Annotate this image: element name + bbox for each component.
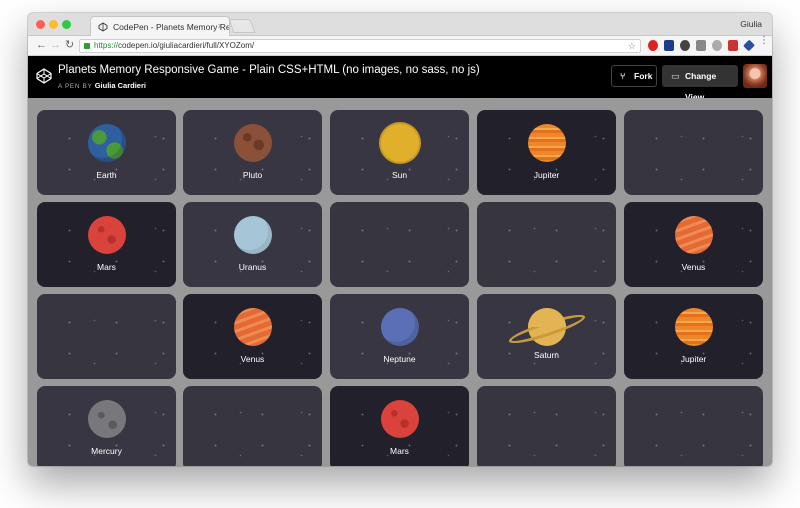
memory-card-jupiter[interactable]: Jupiter [624,294,763,379]
card-label: Uranus [238,262,267,272]
venus-icon [233,308,272,346]
browser-menu-icon[interactable]: ⋮ [759,36,769,46]
pen-byline: A PEN BY Giulia Cardieri [58,81,146,90]
memory-card-venus[interactable]: Venus [624,202,763,287]
memory-card-mercury[interactable]: Mercury [37,386,176,466]
starfield-background [330,202,469,287]
address-bar[interactable]: https://codepen.io/giuliacardieri/full/X… [79,39,641,53]
memory-card-hidden[interactable] [624,386,763,466]
saturn-icon [477,294,616,379]
extension-icon[interactable] [696,40,706,51]
url-scheme: https:// [94,41,119,50]
tab-strip: CodePen - Planets Memory Re × Giulia [28,13,772,36]
extension-icon[interactable] [664,40,674,51]
avatar[interactable] [743,64,767,88]
zoom-window-button[interactable] [62,20,71,29]
reload-icon[interactable]: ↻ [65,39,74,52]
close-window-button[interactable] [36,20,45,29]
starfield-background [477,386,616,466]
card-label: Sun [391,170,408,180]
mars-icon [380,400,419,438]
uranus-icon [233,216,272,254]
card-label: Pluto [242,170,263,180]
pen-title: Planets Memory Responsive Game - Plain C… [58,64,480,76]
codepen-icon [98,22,108,32]
fork-label: Fork [634,71,653,81]
card-label: Saturn [533,350,560,360]
jupiter-icon [674,308,713,346]
memory-card-pluto[interactable]: Pluto [183,110,322,195]
card-label: Earth [96,170,117,180]
layout-icon: ▭ [671,71,680,81]
saturn-top-icon [527,308,566,327]
minimize-window-button[interactable] [49,20,58,29]
lock-icon [84,43,90,49]
memory-card-jupiter[interactable]: Jupiter [477,110,616,195]
card-label: Mercury [91,446,122,456]
memory-card-neptune[interactable]: Neptune [330,294,469,379]
memory-card-saturn[interactable]: Saturn [477,294,616,379]
pluto-icon [233,124,272,162]
starfield-background [183,386,322,466]
byline-prefix: A PEN BY [58,83,93,90]
memory-card-mars[interactable]: Mars [330,386,469,466]
codepen-logo-icon[interactable] [36,68,52,84]
fork-icon: ⑂ [620,71,626,81]
memory-card-mars[interactable]: Mars [37,202,176,287]
address-toolbar: ← → ↻ https://codepen.io/giuliacardieri/… [28,36,772,56]
new-tab-button[interactable] [228,19,256,33]
mars-icon [87,216,126,254]
tab-close-icon[interactable]: × [218,21,223,31]
memory-card-hidden[interactable] [183,386,322,466]
mercury-icon [87,400,126,438]
browser-window: CodePen - Planets Memory Re × Giulia ← →… [28,13,772,466]
sun-icon [380,124,419,162]
forward-arrow-icon[interactable]: → [50,39,61,52]
back-arrow-icon[interactable]: ← [36,39,47,52]
cloud-extension-icon[interactable] [712,40,722,51]
codepen-header: Planets Memory Responsive Game - Plain C… [28,56,772,102]
card-label: Mars [390,446,409,456]
opera-extension-icon[interactable] [648,40,658,51]
profile-name[interactable]: Giulia [740,19,762,29]
card-label: Mars [97,262,116,272]
starfield-background [624,386,763,466]
memory-card-hidden[interactable] [477,202,616,287]
bookmark-star-icon[interactable]: ☆ [628,40,636,52]
card-label: Neptune [383,354,416,364]
extension-icon[interactable] [728,40,738,51]
memory-card-sun[interactable]: Sun [330,110,469,195]
memory-card-earth[interactable]: Earth [37,110,176,195]
starfield-background [477,202,616,287]
fork-button[interactable]: ⑂ Fork [611,65,657,87]
tab-title: CodePen - Planets Memory Re [113,22,230,32]
memory-card-hidden[interactable] [330,202,469,287]
change-view-button[interactable]: ▭ Change View [662,65,738,102]
extension-icon[interactable] [680,40,690,51]
card-label: Venus [681,262,706,272]
memory-card-uranus[interactable]: Uranus [183,202,322,287]
neptune-icon [380,308,419,346]
url-path: codepen.io/giuliacardieri/full/XYOZom/ [118,41,255,50]
card-label: Jupiter [680,354,707,364]
memory-card-hidden[interactable] [37,294,176,379]
memory-card-hidden[interactable] [477,386,616,466]
starfield-background [624,110,763,195]
memory-card-venus[interactable]: Venus [183,294,322,379]
memory-card-hidden[interactable] [624,110,763,195]
drive-extension-icon[interactable] [743,39,755,52]
card-label: Venus [240,354,265,364]
author-link[interactable]: Giulia Cardieri [95,81,146,90]
game-board: Earth Pluto Sun Jupiter Mars Uranus Venus Venus… [28,98,772,466]
starfield-background [37,294,176,379]
jupiter-icon [527,124,566,162]
card-label: Jupiter [533,170,560,180]
earth-icon [87,124,126,162]
browser-tab[interactable]: CodePen - Planets Memory Re × [90,16,230,36]
venus-icon [674,216,713,254]
